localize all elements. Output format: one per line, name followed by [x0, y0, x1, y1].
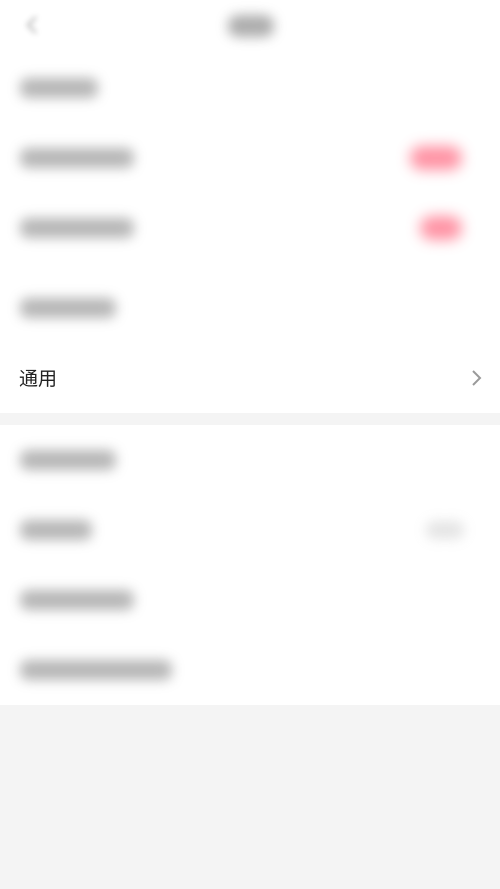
chevron-right-icon [469, 367, 483, 389]
settings-row-6-value [426, 521, 464, 539]
settings-row-5-label [20, 450, 116, 470]
settings-page: 通用 [0, 0, 500, 889]
settings-row-3[interactable] [0, 193, 500, 263]
navigation-bar [0, 0, 500, 52]
settings-row-6[interactable] [0, 495, 500, 565]
settings-row-3-toggle[interactable] [420, 216, 462, 240]
general-settings-label: 通用 [19, 368, 58, 390]
back-arrow-icon[interactable] [22, 14, 44, 36]
settings-row-4[interactable] [0, 273, 500, 343]
settings-row-4-label [20, 298, 116, 318]
settings-row-5[interactable] [0, 425, 500, 495]
settings-row-1[interactable] [0, 53, 500, 123]
general-settings-row[interactable]: 通用 [0, 345, 500, 413]
settings-group-secondary [0, 425, 500, 705]
settings-row-6-label [20, 520, 92, 540]
settings-row-2[interactable] [0, 123, 500, 193]
settings-row-3-label [20, 218, 134, 238]
page-title [228, 15, 274, 37]
settings-row-1-label [20, 78, 98, 98]
settings-row-8[interactable] [0, 635, 500, 705]
settings-row-2-toggle[interactable] [410, 146, 462, 170]
settings-row-8-label [20, 660, 172, 680]
settings-row-7[interactable] [0, 565, 500, 635]
settings-row-2-label [20, 148, 134, 168]
settings-row-7-label [20, 590, 134, 610]
